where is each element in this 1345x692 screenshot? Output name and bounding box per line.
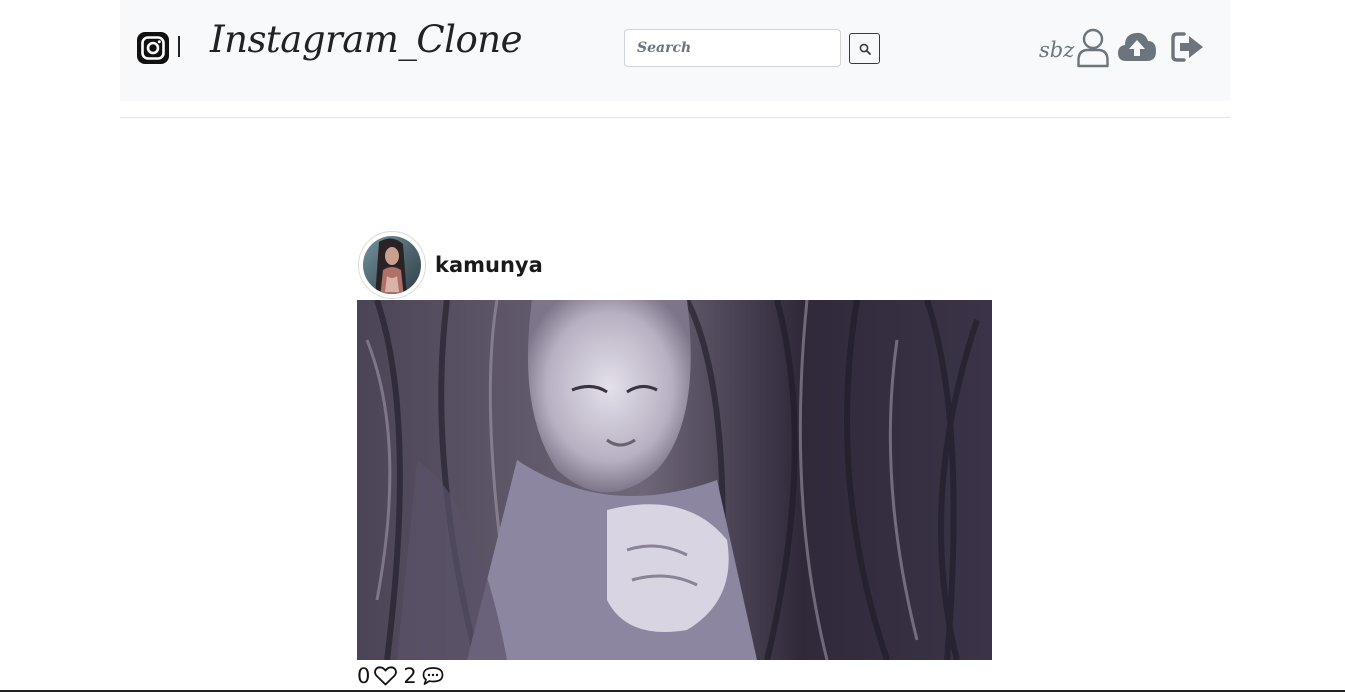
comment-icon xyxy=(422,667,444,685)
cloud-upload-icon xyxy=(1118,32,1156,61)
page: Instagram_Clone sbz xyxy=(0,0,1345,692)
instagram-icon xyxy=(137,32,169,64)
brand-separator xyxy=(178,36,180,57)
comment-count: 2 xyxy=(403,663,417,688)
post-photo xyxy=(357,300,992,660)
profile-link[interactable]: sbz xyxy=(1039,26,1110,68)
header-divider xyxy=(120,117,1230,118)
post-image[interactable] xyxy=(357,300,992,660)
post-actions: 0 2 xyxy=(357,664,444,688)
search-button[interactable] xyxy=(849,33,880,64)
comment-button[interactable] xyxy=(422,666,444,686)
heart-icon xyxy=(374,666,398,686)
search-icon xyxy=(859,43,871,55)
user-icon xyxy=(1077,28,1109,68)
brand-title[interactable]: Instagram_Clone xyxy=(210,18,523,61)
sign-out-icon xyxy=(1171,32,1203,62)
avatar[interactable] xyxy=(358,231,426,299)
post-username[interactable]: kamunya xyxy=(435,253,543,277)
search-input[interactable] xyxy=(624,29,841,67)
navbar: Instagram_Clone sbz xyxy=(120,0,1230,101)
user-name: sbz xyxy=(1039,38,1075,62)
like-button[interactable] xyxy=(374,666,398,686)
like-count: 0 xyxy=(357,663,371,688)
avatar-image xyxy=(363,236,421,294)
